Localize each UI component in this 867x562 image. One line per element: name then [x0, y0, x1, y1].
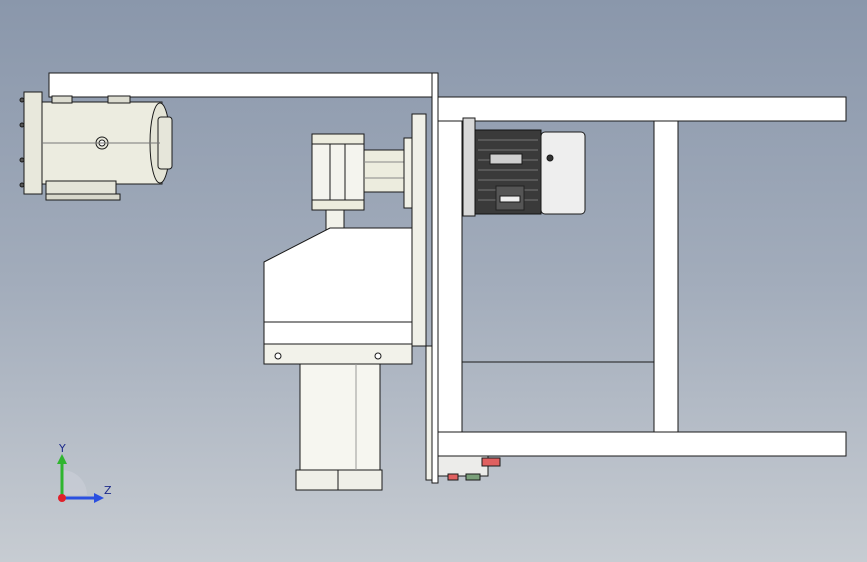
top-beam[interactable]: [48, 72, 438, 98]
mounting-plate[interactable]: [411, 72, 439, 484]
left-gear-motor[interactable]: [19, 91, 173, 201]
z-axis-head: [94, 493, 104, 503]
z-axis-label: Z: [104, 484, 112, 497]
coordinate-triad: Y Z: [40, 440, 120, 510]
cad-model-drawing[interactable]: [0, 0, 867, 562]
y-axis-head: [57, 454, 67, 464]
triad-axes: [57, 454, 104, 503]
reducer-housing[interactable]: [263, 227, 413, 491]
y-axis-label: Y: [59, 442, 66, 455]
cad-viewport[interactable]: Y Z: [0, 0, 867, 562]
right-electric-motor[interactable]: [462, 117, 586, 217]
x-axis-point: [58, 494, 66, 502]
triad-plane: [62, 470, 87, 495]
bottom-bracket[interactable]: [437, 455, 501, 481]
central-gearbox[interactable]: [311, 133, 417, 239]
